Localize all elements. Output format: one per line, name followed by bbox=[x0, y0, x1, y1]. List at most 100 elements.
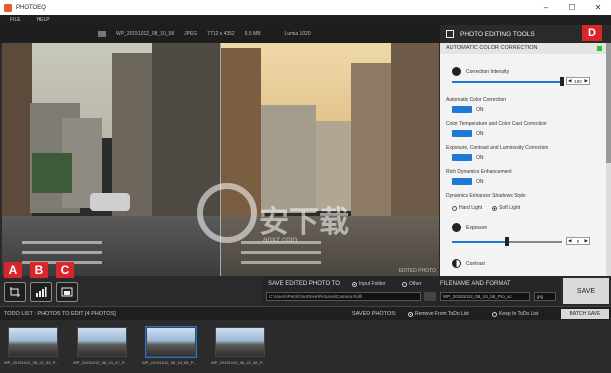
radio-dot bbox=[402, 281, 407, 287]
radio-soft-light-label: Soft Light bbox=[499, 205, 521, 211]
menu-file[interactable]: FILE bbox=[10, 17, 21, 23]
todo-bar: TODO LIST : PHOTOS TO EDIT [4 PHOTOS] SA… bbox=[0, 306, 611, 320]
section-header-auto-color[interactable]: AUTOMATIC COLOR CORRECTION bbox=[440, 43, 606, 54]
radio-dot-selected bbox=[408, 311, 413, 317]
stepper-left-icon[interactable]: ◀ bbox=[568, 78, 571, 84]
exposure-contrast-label: Exposure, Contrast and Luminosity Correc… bbox=[446, 145, 549, 151]
status-indicator bbox=[597, 46, 602, 51]
tool-badge-d: D bbox=[582, 25, 602, 41]
radio-other[interactable]: Other bbox=[402, 281, 422, 287]
save-button[interactable]: SAVE bbox=[563, 278, 609, 304]
radio-input-folder-label: Input Folder bbox=[359, 281, 386, 287]
panel-scrollbar[interactable] bbox=[606, 43, 611, 276]
thumbnail-strip: WP_20151012_08_22_53_P... WP_20151012_08… bbox=[0, 320, 611, 373]
panel-title: PHOTO EDITING TOOLS bbox=[460, 30, 535, 38]
radio-remove-label: Remove From ToDo List bbox=[415, 311, 469, 317]
rich-dynamics-label: Rich Dynamics Enhancement bbox=[446, 169, 512, 175]
thumbnail-name: WP_20151012_08_10_58_P... bbox=[142, 360, 197, 365]
title-bar: PHOTOEQ – ☐ ✕ bbox=[0, 0, 611, 15]
tools-icon bbox=[446, 30, 454, 38]
color-temp-toggle[interactable] bbox=[452, 130, 472, 137]
tool-badge-a: A bbox=[4, 262, 22, 278]
auto-color-toggle[interactable] bbox=[452, 106, 472, 113]
watermark: 安下载 anxz.com bbox=[197, 183, 387, 253]
image-size: 6.5 MB bbox=[244, 31, 261, 37]
rich-dynamics-toggle[interactable] bbox=[452, 178, 472, 185]
camera-model: Lumia 1020 bbox=[284, 31, 311, 37]
app-logo-icon bbox=[4, 3, 12, 12]
filename-input[interactable]: WP_20151012_08_10_58_Pro_sc bbox=[440, 292, 530, 301]
thumbnail-image bbox=[77, 327, 127, 357]
shadows-style-label: Dynamics Enhancer Shadows Style: bbox=[446, 193, 527, 199]
todo-title: TODO LIST : PHOTOS TO EDIT [4 PHOTOS] bbox=[4, 311, 116, 317]
thumbnail-item[interactable]: WP_20151012_08_22_46_P... bbox=[211, 327, 265, 365]
thumbnail-image bbox=[145, 326, 197, 358]
watermark-subtext: anxz.com bbox=[263, 235, 298, 244]
radio-other-label: Other bbox=[409, 281, 422, 287]
exposure-contrast-toggle[interactable] bbox=[452, 154, 472, 161]
radio-remove-from-todo[interactable]: Remove From ToDo List bbox=[408, 311, 469, 317]
image-format: JPEG bbox=[184, 31, 198, 37]
exposure-contrast-state: ON bbox=[476, 155, 484, 161]
scrollbar-thumb[interactable] bbox=[606, 43, 611, 163]
thumbnail-name: WP_20151012_08_22_53_P... bbox=[4, 360, 59, 365]
stepper-right-icon[interactable]: ▶ bbox=[585, 238, 588, 244]
photo-preview[interactable]: EDITED PHOTO 安下载 anxz.com bbox=[2, 43, 439, 276]
thumbnail-item[interactable]: WP_20151012_08_22_53_P... bbox=[4, 327, 58, 365]
radio-dot bbox=[452, 205, 457, 211]
filename-title: FILENAME AND FORMAT bbox=[440, 281, 511, 287]
radio-input-folder[interactable]: Input Folder bbox=[352, 281, 386, 287]
color-temp-label: Color Temperature and Color Cast Correct… bbox=[446, 121, 547, 127]
browse-folder-button[interactable] bbox=[424, 292, 436, 301]
exposure-label: Exposure bbox=[466, 225, 488, 231]
menu-help[interactable]: HELP bbox=[37, 17, 50, 23]
radio-hard-light[interactable]: Hard Light bbox=[452, 205, 482, 211]
contrast-label: Contrast bbox=[466, 261, 485, 267]
correction-intensity-knob[interactable] bbox=[560, 77, 564, 86]
thumbnail-image bbox=[215, 327, 265, 357]
thumbnail-item[interactable]: WP_20151012_08_10_47_P... bbox=[73, 327, 127, 365]
image-file-icon bbox=[98, 31, 106, 37]
stepper-right-icon[interactable]: ▶ bbox=[585, 78, 588, 84]
correction-intensity-stepper[interactable]: ◀ 100 ▶ bbox=[566, 77, 590, 85]
radio-keep-in-todo[interactable]: Keep In ToDo List bbox=[492, 311, 538, 317]
exposure-knob[interactable] bbox=[505, 237, 509, 246]
rich-dynamics-state: ON bbox=[476, 179, 484, 185]
stepper-left-icon[interactable]: ◀ bbox=[568, 238, 571, 244]
minimize-button[interactable]: – bbox=[533, 0, 559, 15]
radio-dot bbox=[492, 311, 497, 317]
stepper-value: 100 bbox=[574, 78, 582, 84]
compare-icon bbox=[61, 287, 73, 297]
tool-bar: A B C bbox=[0, 262, 262, 306]
crop-tool-button[interactable] bbox=[4, 282, 26, 302]
thumbnail-image bbox=[8, 327, 58, 357]
edited-photo-label: EDITED PHOTO bbox=[398, 268, 436, 274]
maximize-button[interactable]: ☐ bbox=[559, 0, 585, 15]
app-title: PHOTOEQ bbox=[16, 4, 46, 11]
close-button[interactable]: ✕ bbox=[585, 0, 611, 15]
thumbnail-name: WP_20151012_08_10_47_P... bbox=[73, 360, 128, 365]
image-info-bar: WP_20151012_08_10_58 JPEG 7712 x 4352 6.… bbox=[0, 25, 440, 43]
correction-intensity-label: Correction Intensity bbox=[466, 69, 510, 75]
color-temp-state: ON bbox=[476, 131, 484, 137]
tool-badge-c: C bbox=[56, 262, 74, 278]
exposure-fill bbox=[452, 241, 507, 243]
batch-save-button[interactable]: BATCH SAVE bbox=[561, 309, 609, 319]
intensity-icon bbox=[452, 67, 461, 76]
radio-hard-light-label: Hard Light bbox=[459, 205, 483, 211]
thumbnail-item[interactable]: WP_20151012_08_10_58_P... bbox=[142, 326, 197, 365]
stepper-value: 0 bbox=[576, 238, 580, 244]
radio-soft-light[interactable]: Soft Light bbox=[492, 205, 520, 211]
compare-tool-button[interactable] bbox=[56, 282, 78, 302]
auto-color-state: ON bbox=[476, 107, 484, 113]
filename-box: FILENAME AND FORMAT WP_20151012_08_10_58… bbox=[440, 276, 560, 306]
histogram-icon bbox=[36, 287, 47, 297]
crop-icon bbox=[10, 287, 20, 297]
histogram-tool-button[interactable] bbox=[30, 282, 52, 302]
format-select[interactable]: jpg bbox=[534, 292, 556, 301]
correction-intensity-fill bbox=[452, 81, 562, 83]
radio-dot-selected bbox=[492, 205, 497, 211]
exposure-stepper[interactable]: ◀ 0 ▶ bbox=[566, 237, 590, 245]
image-filename: WP_20151012_08_10_58 bbox=[116, 31, 175, 37]
save-path-input[interactable]: C:\Users\Petri\OneDrive\Pictures\Camera … bbox=[266, 292, 421, 301]
